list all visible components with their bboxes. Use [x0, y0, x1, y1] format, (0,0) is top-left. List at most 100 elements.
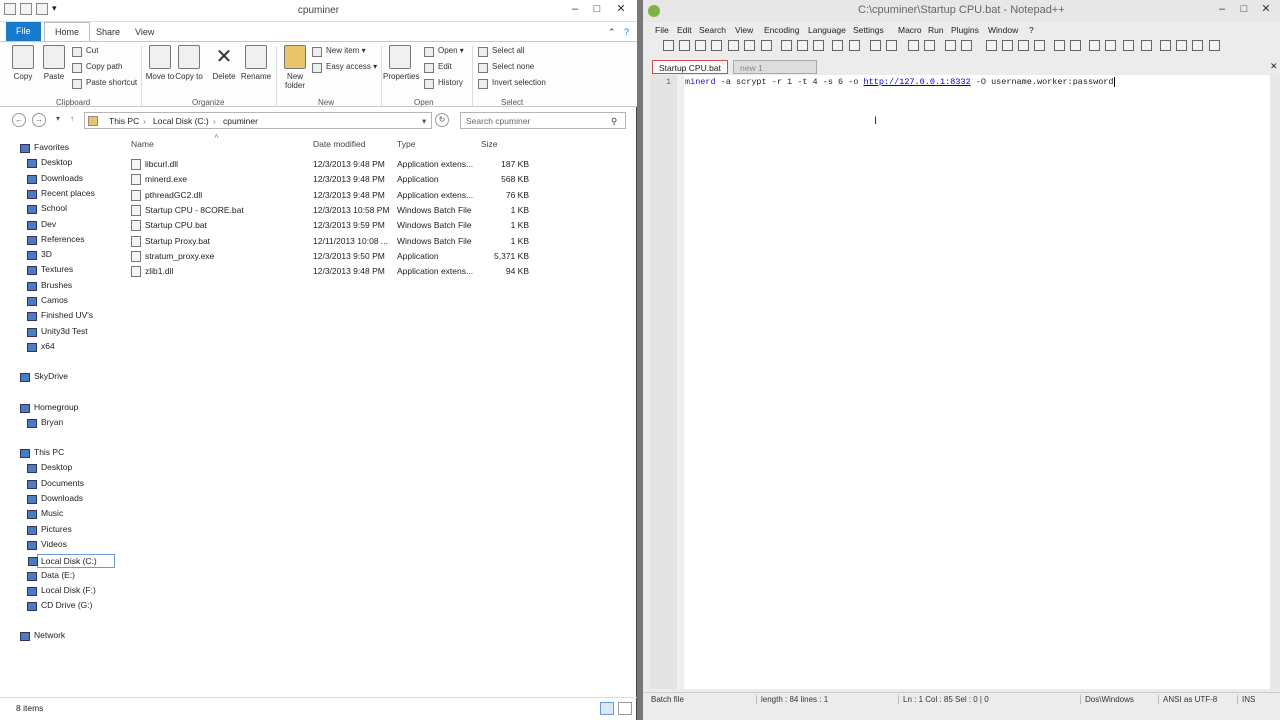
menu-item[interactable]: Settings [853, 25, 884, 35]
save-macro-icon[interactable] [1160, 40, 1171, 51]
column-header-name[interactable]: Name [131, 139, 154, 149]
menu-item[interactable]: ? [1029, 25, 1034, 35]
tab-home[interactable]: Home [44, 22, 91, 41]
file-row[interactable]: Startup CPU - 8CORE.bat 12/3/2013 10:58 P… [131, 203, 531, 218]
nav-item[interactable]: References [27, 234, 84, 248]
udl-icon[interactable] [1034, 40, 1045, 51]
open-button[interactable]: Open ▾ [424, 46, 464, 60]
paste-shortcut-button[interactable]: Paste shortcut [72, 78, 137, 92]
column-header-date[interactable]: Date modified [313, 139, 365, 149]
cut-icon[interactable] [781, 40, 792, 51]
close-button[interactable]: ✕ [1257, 2, 1275, 16]
properties-button[interactable]: Properties [383, 45, 419, 81]
tab-new-1[interactable]: new 1 [733, 60, 817, 74]
run-macro-icon[interactable] [1141, 40, 1152, 51]
close-all-icon[interactable] [744, 40, 755, 51]
edit-button[interactable]: Edit [424, 62, 452, 76]
address-dropdown-icon[interactable]: ▾ [422, 116, 426, 127]
back-button[interactable]: ← [12, 113, 26, 127]
nav-item[interactable]: Pictures [27, 524, 72, 538]
new-file-icon[interactable] [663, 40, 674, 51]
text-editor[interactable]: minerd -a scrypt -r 1 -t 4 -s 6 -o http:… [684, 75, 1270, 689]
stop-macro-icon[interactable] [1105, 40, 1116, 51]
zoom-in-icon[interactable] [908, 40, 919, 51]
up-button[interactable]: ↑ [65, 113, 79, 127]
recent-locations-icon[interactable]: ▾ [51, 113, 65, 127]
large-icons-view-icon[interactable] [618, 702, 632, 715]
nav-item[interactable]: Local Disk (F:) [27, 585, 96, 599]
breadcrumb[interactable]: Local Disk (C:) [153, 116, 209, 126]
nav-item[interactable]: Local Disk (C:) [28, 554, 115, 569]
breadcrumb[interactable]: cpuminer [223, 116, 258, 126]
address-bar[interactable]: This PC › Local Disk (C:) › cpuminer ▾ [84, 112, 432, 129]
copy-icon[interactable] [797, 40, 808, 51]
details-view-icon[interactable] [600, 702, 614, 715]
tab-startup-cpu[interactable]: Startup CPU.bat [652, 60, 728, 74]
forward-button[interactable]: → [32, 113, 46, 127]
doc-map-icon[interactable] [1054, 40, 1065, 51]
nav-item[interactable]: Dev [27, 219, 56, 233]
invert-selection-button[interactable]: Invert selection [478, 78, 546, 92]
nav-item[interactable]: Downloads [27, 493, 83, 507]
help-icon[interactable]: ? [616, 25, 637, 41]
select-all-button[interactable]: Select all [478, 46, 524, 60]
cut-button[interactable]: Cut [72, 46, 98, 60]
open-file-icon[interactable] [679, 40, 690, 51]
nav-thispc[interactable]: This PC [20, 447, 64, 461]
nav-item[interactable]: CD Drive (G:) [27, 600, 92, 614]
paste-icon[interactable] [813, 40, 824, 51]
search-input[interactable]: Search cpuminer ⚲ [460, 112, 626, 129]
sync-horizontal-icon[interactable] [961, 40, 972, 51]
copy-to-button[interactable]: Copy to [172, 45, 206, 81]
vertical-scrollbar[interactable] [1270, 75, 1280, 689]
replace-icon[interactable] [886, 40, 897, 51]
plugin-icon[interactable] [1192, 40, 1203, 51]
file-row[interactable]: libcurl.dll 12/3/2013 9:48 PM Application … [131, 157, 531, 172]
print-icon[interactable] [761, 40, 772, 51]
breadcrumb[interactable]: This PC [109, 116, 139, 126]
menu-item[interactable]: File [655, 25, 669, 35]
nav-item[interactable]: Videos [27, 539, 67, 553]
save-icon[interactable] [695, 40, 706, 51]
nav-homegroup[interactable]: Homegroup [20, 402, 78, 416]
close-icon[interactable] [728, 40, 739, 51]
menu-item[interactable]: Search [699, 25, 726, 35]
settings-icon[interactable] [1209, 40, 1220, 51]
nav-item[interactable]: Documents [27, 478, 84, 492]
file-row[interactable]: stratum_proxy.exe 12/3/2013 9:50 PM Applic… [131, 249, 531, 264]
menu-item[interactable]: Plugins [951, 25, 979, 35]
show-all-chars-icon[interactable] [1002, 40, 1013, 51]
nav-favorites[interactable]: Favorites [20, 142, 69, 156]
play-macro-icon[interactable] [1123, 40, 1134, 51]
paste-button[interactable]: Paste [37, 45, 71, 81]
undo-icon[interactable] [832, 40, 843, 51]
column-header-size[interactable]: Size [481, 139, 498, 149]
nav-item[interactable]: Desktop [27, 462, 72, 476]
refresh-button[interactable]: ↻ [435, 113, 449, 127]
nav-item[interactable]: 3D [27, 249, 52, 263]
easy-access-button[interactable]: Easy access ▾ [312, 62, 377, 76]
nav-item[interactable]: Recent places [27, 188, 95, 202]
rename-button[interactable]: Rename [239, 45, 273, 81]
nav-item[interactable]: Textures [27, 264, 73, 278]
nav-item[interactable]: Brushes [27, 280, 72, 294]
file-row[interactable]: pthreadGC2.dll 12/3/2013 9:48 PM Applicati… [131, 188, 531, 203]
function-list-icon[interactable] [1070, 40, 1081, 51]
nav-item[interactable]: x64 [27, 341, 55, 355]
file-row[interactable]: Startup CPU.bat 12/3/2013 9:59 PM Windows … [131, 218, 531, 233]
indent-guide-icon[interactable] [1018, 40, 1029, 51]
nav-item[interactable]: Desktop [27, 157, 72, 171]
tab-file[interactable]: File [6, 22, 41, 41]
file-row[interactable]: minerd.exe 12/3/2013 9:48 PM Application 56… [131, 172, 531, 187]
copy-button[interactable]: Copy [6, 45, 40, 81]
new-folder-button[interactable]: New folder [278, 45, 312, 90]
menu-item[interactable]: Language [808, 25, 846, 35]
sync-vertical-icon[interactable] [945, 40, 956, 51]
save-all-icon[interactable] [711, 40, 722, 51]
nav-item[interactable]: Bryan [27, 417, 63, 431]
nav-item[interactable]: Downloads [27, 173, 83, 187]
word-wrap-icon[interactable] [986, 40, 997, 51]
menu-item[interactable]: Edit [677, 25, 692, 35]
close-button[interactable]: ✕ [612, 2, 630, 16]
file-row[interactable]: Startup Proxy.bat 12/11/2013 10:08 ... Win… [131, 234, 531, 249]
